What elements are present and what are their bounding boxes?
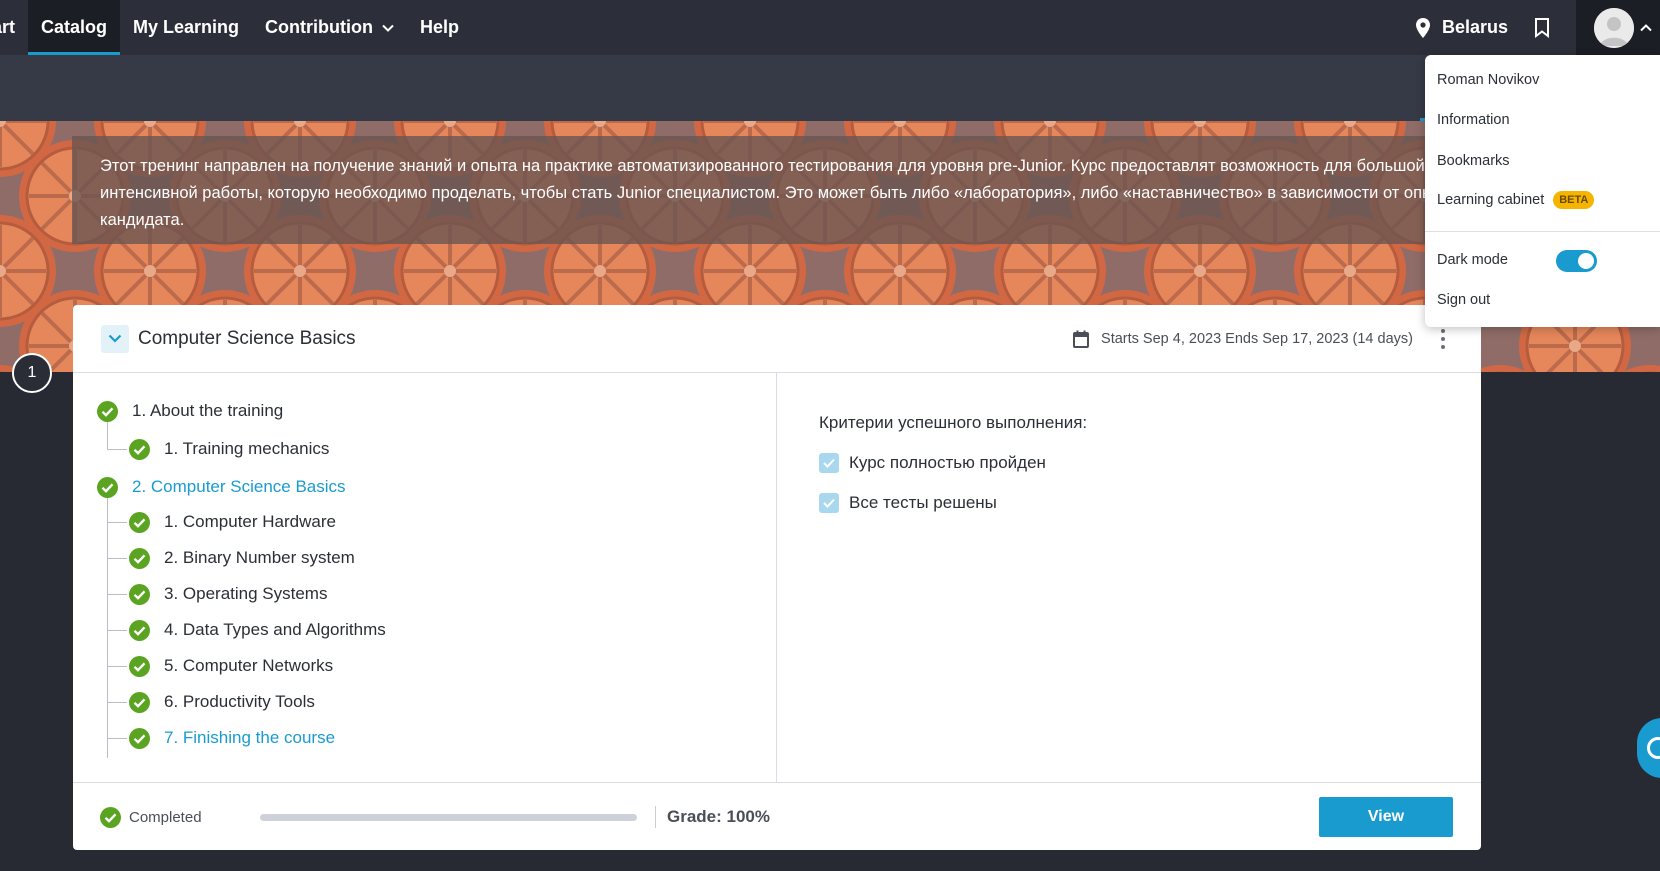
nav-item-catalog[interactable]: Catalog bbox=[28, 0, 121, 55]
tree-connector bbox=[107, 449, 127, 450]
check-circle-icon bbox=[129, 655, 150, 677]
nav-item-my-learning[interactable]: My Learning bbox=[120, 0, 252, 55]
progress-bar-fill bbox=[260, 814, 637, 821]
grade-value: Grade: 100% bbox=[667, 807, 770, 826]
tree-connector bbox=[107, 496, 108, 758]
check-circle-icon bbox=[129, 619, 150, 641]
course-dates: Starts Sep 4, 2023 Ends Sep 17, 2023 (14… bbox=[1073, 305, 1413, 373]
nav-item-contribution[interactable]: Contribution bbox=[252, 0, 407, 55]
chevron-up-icon bbox=[1640, 19, 1652, 37]
check-circle-icon bbox=[100, 807, 121, 828]
tree-item-productivity-tools[interactable]: 6. Productivity Tools bbox=[129, 687, 315, 717]
criterion-tests-solved[interactable]: Все тесты решены bbox=[819, 493, 997, 513]
user-dropdown-menu: Roman Novikov Information Bookmarks Lear… bbox=[1425, 55, 1660, 327]
check-circle-icon bbox=[129, 727, 150, 749]
completion-status: Completed bbox=[100, 807, 202, 828]
menu-item-dark-mode-label: Dark mode bbox=[1437, 252, 1508, 268]
tree-connector bbox=[107, 558, 127, 559]
check-circle-icon bbox=[129, 438, 150, 460]
progress-bar bbox=[260, 814, 637, 821]
tree-connector bbox=[107, 666, 127, 667]
nav-item-start[interactable]: tart bbox=[0, 0, 28, 55]
tree-item-binary-number-system[interactable]: 2. Binary Number system bbox=[129, 543, 355, 573]
chat-help-button[interactable] bbox=[1637, 718, 1660, 778]
tree-item-computer-hardware[interactable]: 1. Computer Hardware bbox=[129, 507, 336, 537]
dark-mode-toggle[interactable] bbox=[1556, 250, 1597, 272]
menu-item-user-name[interactable]: Roman Novikov bbox=[1437, 72, 1539, 88]
step-number: 1 bbox=[12, 353, 52, 393]
chevron-down-icon bbox=[108, 334, 122, 343]
sub-header bbox=[0, 55, 1660, 121]
course-card: Computer Science Basics Starts Sep 4, 20… bbox=[73, 305, 1481, 850]
bookmark-button[interactable] bbox=[1534, 17, 1550, 38]
tree-connector bbox=[107, 702, 127, 703]
nav-item-help[interactable]: Help bbox=[407, 0, 472, 55]
checkbox-checked-icon[interactable] bbox=[819, 493, 839, 513]
check-circle-icon bbox=[97, 476, 118, 498]
check-circle-icon bbox=[97, 400, 118, 422]
tree-connector bbox=[107, 522, 127, 523]
menu-item-bookmarks[interactable]: Bookmarks bbox=[1437, 153, 1510, 169]
location-selector[interactable]: Belarus bbox=[1415, 17, 1508, 38]
beta-badge: BETA bbox=[1553, 191, 1595, 209]
criteria-title: Критерии успешного выполнения: bbox=[819, 413, 1088, 432]
check-circle-icon bbox=[129, 547, 150, 569]
avatar bbox=[1594, 7, 1634, 48]
criteria-panel: Критерии успешного выполнения: Курс полн… bbox=[778, 373, 1481, 782]
training-description: Этот тренинг направлен на получение знан… bbox=[72, 136, 1532, 244]
user-menu-button[interactable] bbox=[1576, 0, 1660, 55]
card-title: Computer Science Basics bbox=[138, 327, 356, 349]
chevron-down-icon bbox=[382, 24, 394, 32]
collapse-button[interactable] bbox=[101, 324, 129, 353]
tree-item-computer-science-basics[interactable]: 2. Computer Science Basics bbox=[97, 472, 346, 502]
card-body: 1. About the training 1. Training mechan… bbox=[73, 373, 1481, 782]
tree-item-computer-networks[interactable]: 5. Computer Networks bbox=[129, 651, 333, 681]
tree-item-data-types-algorithms[interactable]: 4. Data Types and Algorithms bbox=[129, 615, 386, 645]
check-circle-icon bbox=[129, 583, 150, 605]
view-button[interactable]: View bbox=[1319, 797, 1453, 837]
check-circle-icon bbox=[129, 691, 150, 713]
tree-connector bbox=[107, 738, 127, 739]
tree-item-about-training[interactable]: 1. About the training bbox=[97, 396, 283, 426]
check-circle-icon bbox=[129, 511, 150, 533]
criterion-course-completed[interactable]: Курс полностью пройден bbox=[819, 453, 1046, 473]
tree-connector bbox=[107, 630, 127, 631]
more-options-icon[interactable] bbox=[1441, 329, 1445, 349]
module-tree: 1. About the training 1. Training mechan… bbox=[73, 373, 777, 782]
card-footer: Completed Grade: 100% View bbox=[73, 782, 1481, 850]
top-navigation: tart Catalog My Learning Contribution He… bbox=[0, 0, 1660, 55]
card-header: Computer Science Basics Starts Sep 4, 20… bbox=[73, 305, 1481, 373]
nav-right: Belarus bbox=[1415, 0, 1660, 55]
chat-icon bbox=[1647, 737, 1660, 759]
bookmark-icon bbox=[1535, 17, 1549, 38]
calendar-icon bbox=[1073, 330, 1090, 348]
menu-item-learning-cabinet[interactable]: Learning cabinet BETA bbox=[1437, 191, 1595, 209]
menu-divider bbox=[1425, 231, 1660, 232]
menu-item-information[interactable]: Information bbox=[1437, 112, 1510, 128]
tree-item-training-mechanics[interactable]: 1. Training mechanics bbox=[129, 434, 329, 464]
checkbox-checked-icon[interactable] bbox=[819, 453, 839, 473]
tree-item-operating-systems[interactable]: 3. Operating Systems bbox=[129, 579, 327, 609]
tree-connector bbox=[107, 594, 127, 595]
location-pin-icon bbox=[1415, 17, 1430, 38]
divider bbox=[655, 806, 656, 828]
tree-item-finishing-course[interactable]: 7. Finishing the course bbox=[129, 723, 335, 753]
menu-item-sign-out[interactable]: Sign out bbox=[1437, 292, 1490, 308]
